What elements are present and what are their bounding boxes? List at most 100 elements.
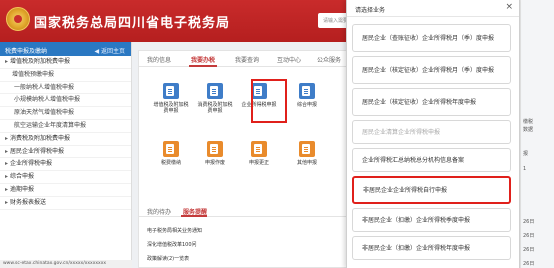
business-option[interactable]: 居民企业（核定征收）企业所得税年度申报 <box>352 88 511 116</box>
sidebar-item-label: 航空运输企业年度清算申报 <box>14 121 87 129</box>
tax-payment-tile[interactable]: 税费缴纳 <box>153 141 189 166</box>
sidebar-item-label: 一般纳税人增值税申报 <box>14 83 75 91</box>
sidebar-item[interactable]: ▸ 消费税及附加税费申报 <box>0 133 131 146</box>
option-label: 居民企业（核定征收）企业所得税月（季）度申报 <box>362 66 495 74</box>
option-label: 居民企业清算企业所得税申报 <box>362 128 441 136</box>
option-label: 非居民企业企业所得税自行申报 <box>363 186 448 194</box>
business-option[interactable]: 企业所得税汇总纳税总分机构信息备案 <box>352 148 511 172</box>
tab-interaction[interactable]: 互动中心 <box>277 55 301 64</box>
sidebar-item[interactable]: 一般纳税人增值税申报 <box>0 82 131 95</box>
active-tab-indicator <box>189 65 217 67</box>
main-panel: 我的信息 我要办税 我要查询 互动中心 公众服务 增值税及附加税费申报 消费税及… <box>138 50 353 268</box>
sidebar-item-label: 增值税预缴申报 <box>12 70 55 78</box>
sidebar-item[interactable]: 航空运输企业年度清算申报 <box>0 120 131 133</box>
sidebar-item[interactable]: 增值税预缴申报 <box>0 69 131 82</box>
expand-arrow-icon: ▸ <box>5 134 9 142</box>
back-home-link[interactable]: ◀ 返回主页 <box>94 46 125 55</box>
expand-arrow-icon: ▸ <box>5 147 9 155</box>
tile-label: 税费缴纳 <box>160 160 181 166</box>
dialog-divider <box>347 16 519 17</box>
tile-label: 综合申报 <box>296 102 317 108</box>
right-label: 数据 <box>523 127 534 133</box>
left-sidebar: 税费申报及缴纳 ◀ 返回主页 ▸ 增值税及附加税费申报 增值税预缴申报 一般纳税人增值… <box>0 42 132 268</box>
sidebar-item[interactable]: ▸ 增值税及附加税费申报 <box>0 56 131 69</box>
tile-label: 其他申报 <box>296 160 317 166</box>
sidebar-item[interactable]: ▸ 财务报表报送 <box>0 197 131 210</box>
sidebar-item-label: 增值税及附加税费申报 <box>10 58 71 65</box>
business-option[interactable]: 居民企业（核定征收）企业所得税月（季）度申报 <box>352 56 511 84</box>
right-label: 缴税 <box>523 119 534 125</box>
tab-public-service[interactable]: 公众服务 <box>317 55 341 64</box>
business-option[interactable]: 非居民企业（扣缴）企业所得税年度申报 <box>352 236 511 260</box>
tab-do-tax[interactable]: 我要办税 <box>191 55 215 64</box>
active-tab-indicator <box>181 215 207 217</box>
business-option[interactable]: 居民企业（查账征收）企业所得税月（季）度申报 <box>352 24 511 52</box>
option-label: 非居民企业（扣缴）企业所得税年度申报 <box>362 244 471 252</box>
option-label: 非居民企业（扣缴）企业所得税季度申报 <box>362 216 471 224</box>
sidebar-item-label: 企业所得税申报 <box>10 160 53 168</box>
sidebar-item[interactable]: ▸ 逾期申报 <box>0 184 131 197</box>
void-icon <box>207 141 223 157</box>
vat-filing-tile[interactable]: 增值税及附加税费申报 <box>153 83 189 114</box>
sidebar-title: 税费申报及缴纳 <box>5 48 48 55</box>
highlight-box <box>251 79 287 123</box>
document-icon <box>163 83 179 99</box>
expand-arrow-icon: ▸ <box>5 198 9 206</box>
expand-arrow-icon: ▸ <box>5 58 9 65</box>
consumption-tax-tile[interactable]: 消费税及附加税费申报 <box>197 83 233 114</box>
document-icon <box>299 141 315 157</box>
option-label: 居民企业（查账征收）企业所得税月（季）度申报 <box>362 34 495 42</box>
tab-todo[interactable]: 我的待办 <box>147 207 171 216</box>
sidebar-item-label: 原油天然气增值税申报 <box>14 109 75 117</box>
sidebar-item-label: 小规模纳税人增值税申报 <box>14 96 81 104</box>
notice-item[interactable]: 深化增值税改革100问 <box>147 241 197 248</box>
sidebar-item[interactable]: ▸ 企业所得税申报 <box>0 158 131 172</box>
tile-label: 申报更正 <box>248 160 269 166</box>
close-icon[interactable]: × <box>505 2 513 12</box>
expand-arrow-icon: ▸ <box>5 185 9 193</box>
payment-icon <box>163 141 179 157</box>
sidebar-item[interactable]: 原油天然气增值税申报 <box>0 107 131 120</box>
sidebar-item[interactable]: ▸ 居民企业所得税申报 <box>0 146 131 159</box>
business-option: 居民企业清算企业所得税申报 <box>352 120 511 144</box>
tab-query[interactable]: 我要查询 <box>235 55 259 64</box>
right-label: 26日 <box>523 219 535 225</box>
site-title: 国家税务总局四川省电子税务局 <box>34 16 231 31</box>
business-option[interactable]: 非居民企业（扣缴）企业所得税季度申报 <box>352 208 511 232</box>
edit-icon <box>251 141 267 157</box>
main-tabs: 我的信息 我要办税 我要查询 互动中心 公众服务 <box>139 51 352 67</box>
business-select-dialog: 请选择业务 × 居民企业（查账征收）企业所得税月（季）度申报 居民企业（核定征收）… <box>346 0 520 268</box>
right-label: 1 <box>523 166 527 172</box>
sidebar-item[interactable]: ▸ 综合申报 <box>0 171 131 184</box>
notice-item[interactable]: 政策解读(2)一览表 <box>147 255 189 262</box>
comprehensive-filing-tile[interactable]: 综合申报 <box>289 83 325 108</box>
option-label: 企业所得税汇总纳税总分机构信息备案 <box>362 156 465 164</box>
sidebar-header: 税费申报及缴纳 ◀ 返回主页 <box>0 42 131 56</box>
secondary-tabs: 我的待办 服务提醒 <box>139 203 352 217</box>
sidebar-item[interactable]: 小规模纳税人增值税申报 <box>0 94 131 108</box>
dialog-title: 请选择业务 <box>355 7 386 14</box>
business-option-selected[interactable]: 非居民企业企业所得税自行申报 <box>352 176 511 204</box>
other-filing-tile[interactable]: 其他申报 <box>289 141 325 166</box>
tax-emblem-logo <box>6 7 30 31</box>
status-bar-url: www.sc-etax.chinatax.gov.cn/xxxxx/xxxxxx… <box>0 260 132 268</box>
filing-correction-tile[interactable]: 申报更正 <box>241 141 277 166</box>
document-icon <box>299 83 315 99</box>
filing-void-tile[interactable]: 申报作废 <box>197 141 233 166</box>
tile-label: 增值税及附加税费申报 <box>153 102 189 114</box>
tab-my-info[interactable]: 我的信息 <box>147 55 171 64</box>
right-label: 26日 <box>523 247 535 253</box>
expand-arrow-icon: ▸ <box>5 160 9 168</box>
notice-item[interactable]: 电子税务局相关业务通知 <box>147 227 202 234</box>
document-icon <box>207 83 223 99</box>
sidebar-list: ▸ 增值税及附加税费申报 增值税预缴申报 一般纳税人增值税申报 小规模纳税人增值税申报原… <box>0 56 131 210</box>
expand-arrow-icon: ▸ <box>5 173 9 181</box>
sidebar-item-label: 消费税及附加税费申报 <box>10 134 71 142</box>
option-label: 居民企业（核定征收）企业所得税年度申报 <box>362 98 477 106</box>
right-label: 26日 <box>523 261 535 267</box>
tile-label: 消费税及附加税费申报 <box>197 102 233 114</box>
right-panel <box>520 0 554 268</box>
tile-label: 申报作废 <box>204 160 225 166</box>
sidebar-item-label: 财务报表报送 <box>10 198 47 206</box>
sidebar-item-label: 逾期申报 <box>10 185 35 193</box>
